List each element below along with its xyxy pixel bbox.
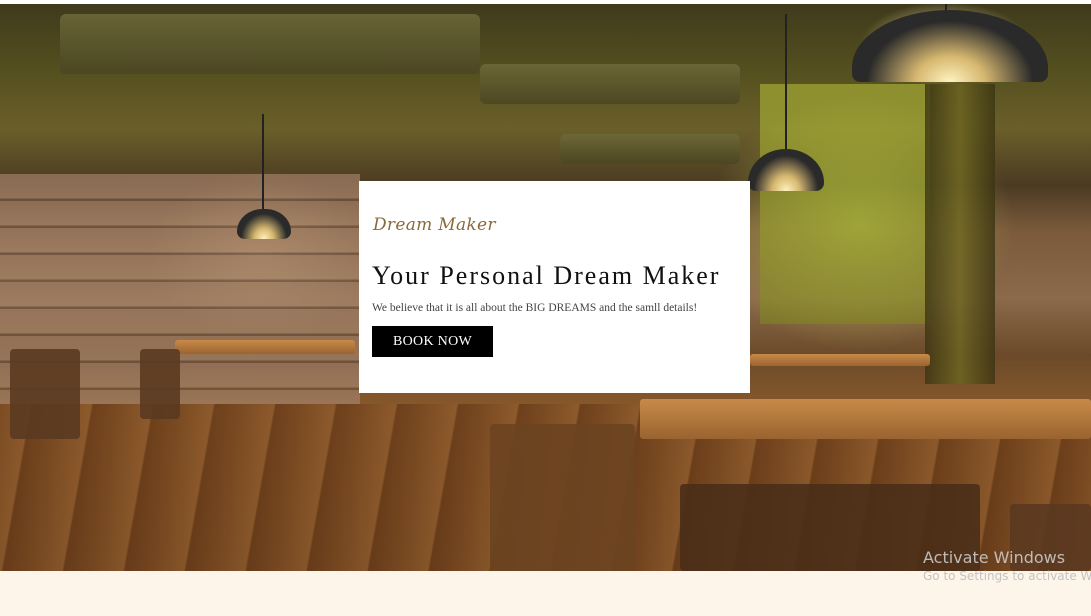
watermark-title: Activate Windows: [923, 548, 1066, 567]
lamp-cord: [262, 114, 264, 214]
ceiling-duct: [560, 134, 740, 164]
page: Dream Maker Your Personal Dream Maker We…: [0, 0, 1091, 616]
dining-table: [175, 340, 355, 354]
chair: [490, 424, 635, 571]
ceiling-duct: [60, 14, 480, 74]
hero-headline: Your Personal Dream Maker: [372, 261, 721, 290]
hero-tagline: We believe that it is all about the BIG …: [372, 302, 698, 314]
hero-card: Dream Maker Your Personal Dream Maker We…: [359, 181, 750, 393]
activate-windows-watermark: Activate Windows Go to Settings to activ…: [923, 548, 1091, 584]
dining-table: [640, 399, 1091, 439]
pillar: [925, 84, 995, 384]
watermark-subtitle: Go to Settings to activate Windows.: [923, 569, 1091, 583]
chair: [140, 349, 180, 419]
brand-logo-text: Dream Maker: [373, 215, 496, 235]
ceiling-duct: [480, 64, 740, 104]
lamp-cord: [785, 14, 787, 154]
dining-table: [750, 354, 930, 366]
chair: [10, 349, 80, 439]
pendant-lamp-icon: [852, 10, 1048, 82]
book-now-button[interactable]: BOOK NOW: [372, 326, 493, 357]
